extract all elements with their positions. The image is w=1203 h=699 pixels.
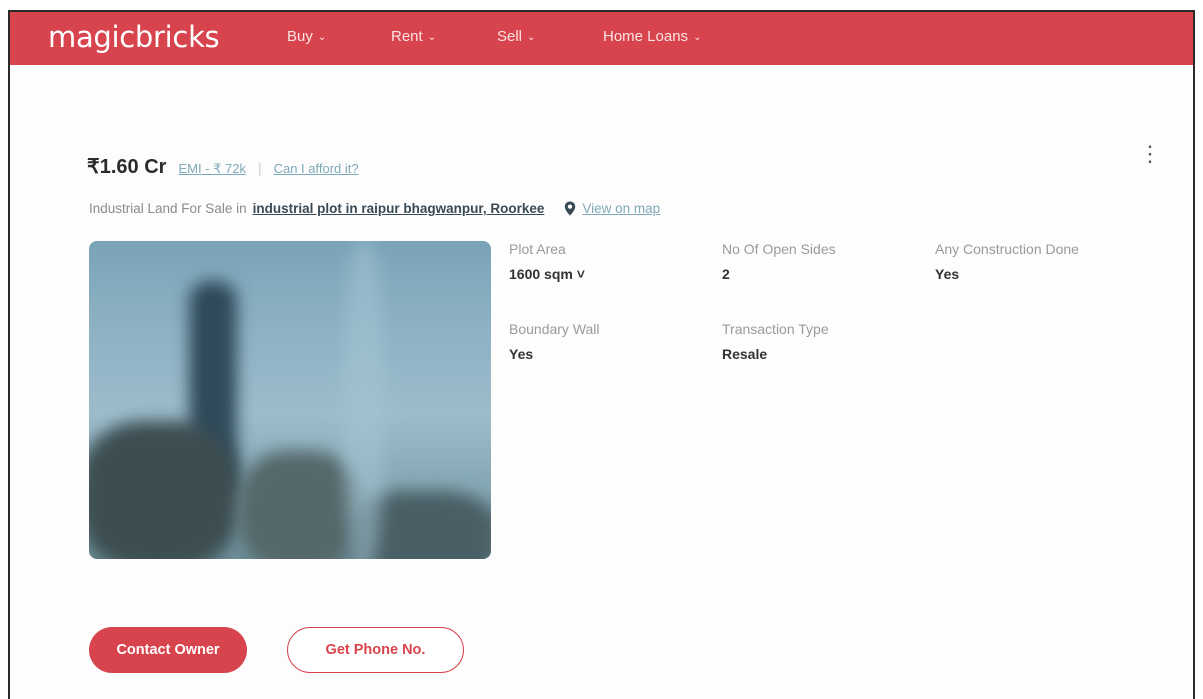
property-photo[interactable] <box>89 241 491 559</box>
price: ₹1.60 Cr <box>87 156 167 178</box>
chevron-down-icon: ⌄ <box>693 32 702 43</box>
attr-value[interactable]: 1600 sqm ˅ <box>509 266 585 282</box>
afford-link[interactable]: Can I afford it? <box>274 161 359 176</box>
chevron-down-icon: ⌄ <box>427 32 437 43</box>
chevron-down-icon: ⌄ <box>317 32 327 43</box>
more-options-icon[interactable]: ⋮ <box>1139 143 1161 165</box>
nav-sell[interactable]: Sell ⌄ <box>497 28 535 45</box>
nav-buy-label: Buy <box>287 28 313 45</box>
divider: | <box>257 160 262 176</box>
get-phone-button[interactable]: Get Phone No. <box>287 627 464 673</box>
attr-value: 2 <box>722 266 730 282</box>
attr-transaction-type: Transaction Type Resale <box>722 321 829 362</box>
attr-label: No Of Open Sides <box>722 241 836 257</box>
nav-rent[interactable]: Rent ⌄ <box>391 28 436 45</box>
attr-label: Plot Area <box>509 241 566 257</box>
contact-owner-button[interactable]: Contact Owner <box>89 627 247 673</box>
location-pin-icon <box>565 201 576 216</box>
nav-home-loans[interactable]: Home Loans ⌄ <box>603 28 701 45</box>
nav-sell-label: Sell <box>497 28 523 45</box>
photo-shape <box>89 421 239 559</box>
attr-value: Yes <box>509 346 534 362</box>
top-navbar: magicbricks Buy ⌄ Rent ⌄ Sell ⌄ Home Loa… <box>10 12 1193 65</box>
attr-label: Boundary Wall <box>509 321 600 337</box>
attr-construction: Any Construction Done Yes <box>935 241 1079 282</box>
photo-shape <box>344 241 384 559</box>
nav-rent-label: Rent <box>391 28 423 45</box>
listing-title: Industrial Land For Sale in industrial p… <box>89 201 660 216</box>
nav-buy[interactable]: Buy ⌄ <box>287 28 326 45</box>
price-row: ₹1.60 Cr EMI - ₹ 72k | Can I afford it? <box>87 154 359 179</box>
nav-home-loans-label: Home Loans <box>603 28 689 45</box>
logo[interactable]: magicbricks <box>48 20 220 54</box>
attr-value: Yes <box>935 266 960 282</box>
view-on-map-label: View on map <box>582 201 661 216</box>
view-on-map-link[interactable]: View on map <box>564 201 660 216</box>
page-frame: magicbricks Buy ⌄ Rent ⌄ Sell ⌄ Home Loa… <box>8 10 1195 699</box>
attr-boundary-wall: Boundary Wall Yes <box>509 321 600 362</box>
chevron-down-icon: ⌄ <box>527 32 536 43</box>
attr-open-sides: No Of Open Sides 2 <box>722 241 836 282</box>
title-prefix: Industrial Land For Sale in <box>89 201 247 216</box>
project-link[interactable]: industrial plot in raipur bhagwanpur, Ro… <box>253 201 545 216</box>
attr-plot-area: Plot Area 1600 sqm ˅ <box>509 241 585 282</box>
photo-shape <box>239 451 359 559</box>
attr-label: Any Construction Done <box>935 241 1079 257</box>
emi-link[interactable]: EMI - ₹ 72k <box>178 161 246 177</box>
attr-value: Resale <box>722 346 768 362</box>
attr-label: Transaction Type <box>722 321 829 337</box>
